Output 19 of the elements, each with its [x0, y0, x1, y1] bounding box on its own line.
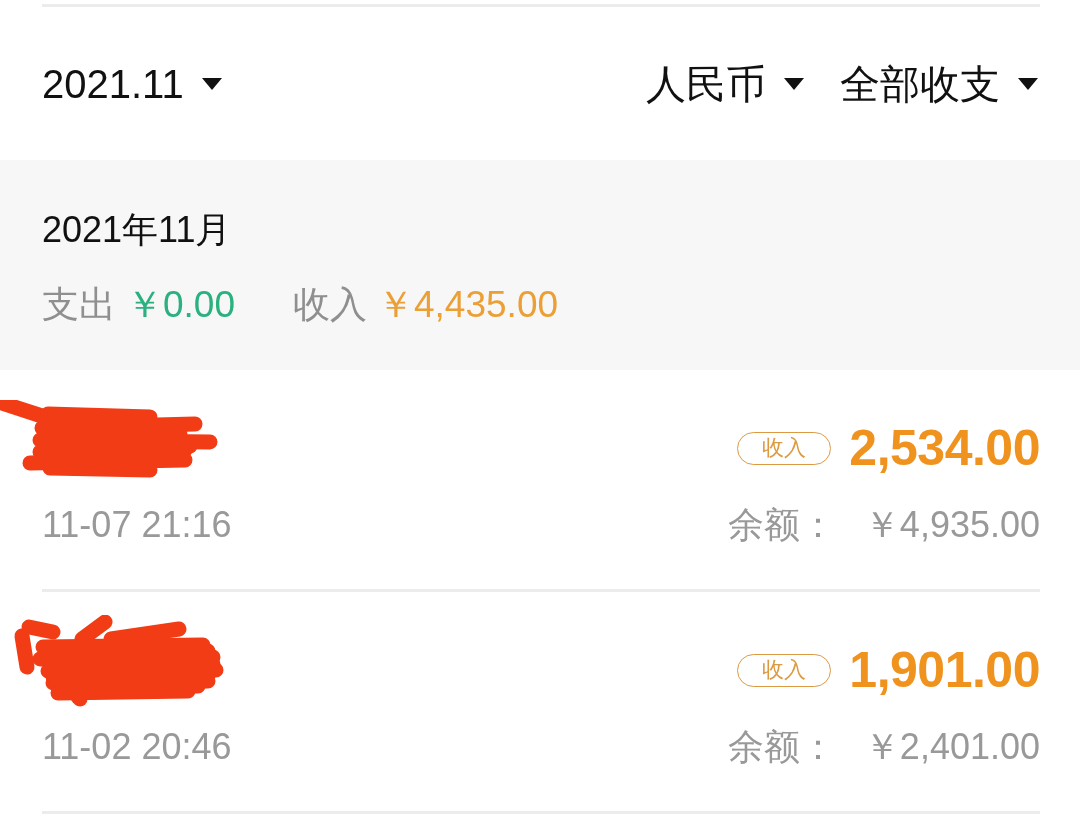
caret-icon	[1018, 77, 1038, 90]
summary-label: 收入	[293, 283, 367, 327]
summary-label: 支出	[42, 283, 116, 327]
month-dropdown[interactable]: 2021.11	[42, 59, 222, 108]
transaction-time: 11-02 20:46	[42, 725, 232, 769]
transaction-time: 11-07 21:16	[42, 503, 232, 547]
summary-amount: ￥0.00	[126, 283, 235, 327]
summary-amount: ￥4,435.00	[377, 283, 559, 327]
filter-dropdown[interactable]: 全部收支	[840, 59, 1038, 108]
caret-icon	[784, 77, 804, 90]
balance-label: 余额：	[727, 725, 836, 769]
balance-amount: ￥4,935.00	[863, 503, 1040, 547]
month-title: 2021年11月	[42, 208, 232, 252]
caret-icon	[201, 77, 222, 90]
filter-dropdown[interactable]: 人民币	[646, 59, 804, 108]
balance-label: 余额：	[727, 503, 836, 547]
transaction-amount: 2,534.00	[849, 419, 1040, 478]
transaction-amount: 1,901.00	[849, 641, 1040, 700]
balance-amount: ￥2,401.00	[863, 725, 1040, 769]
